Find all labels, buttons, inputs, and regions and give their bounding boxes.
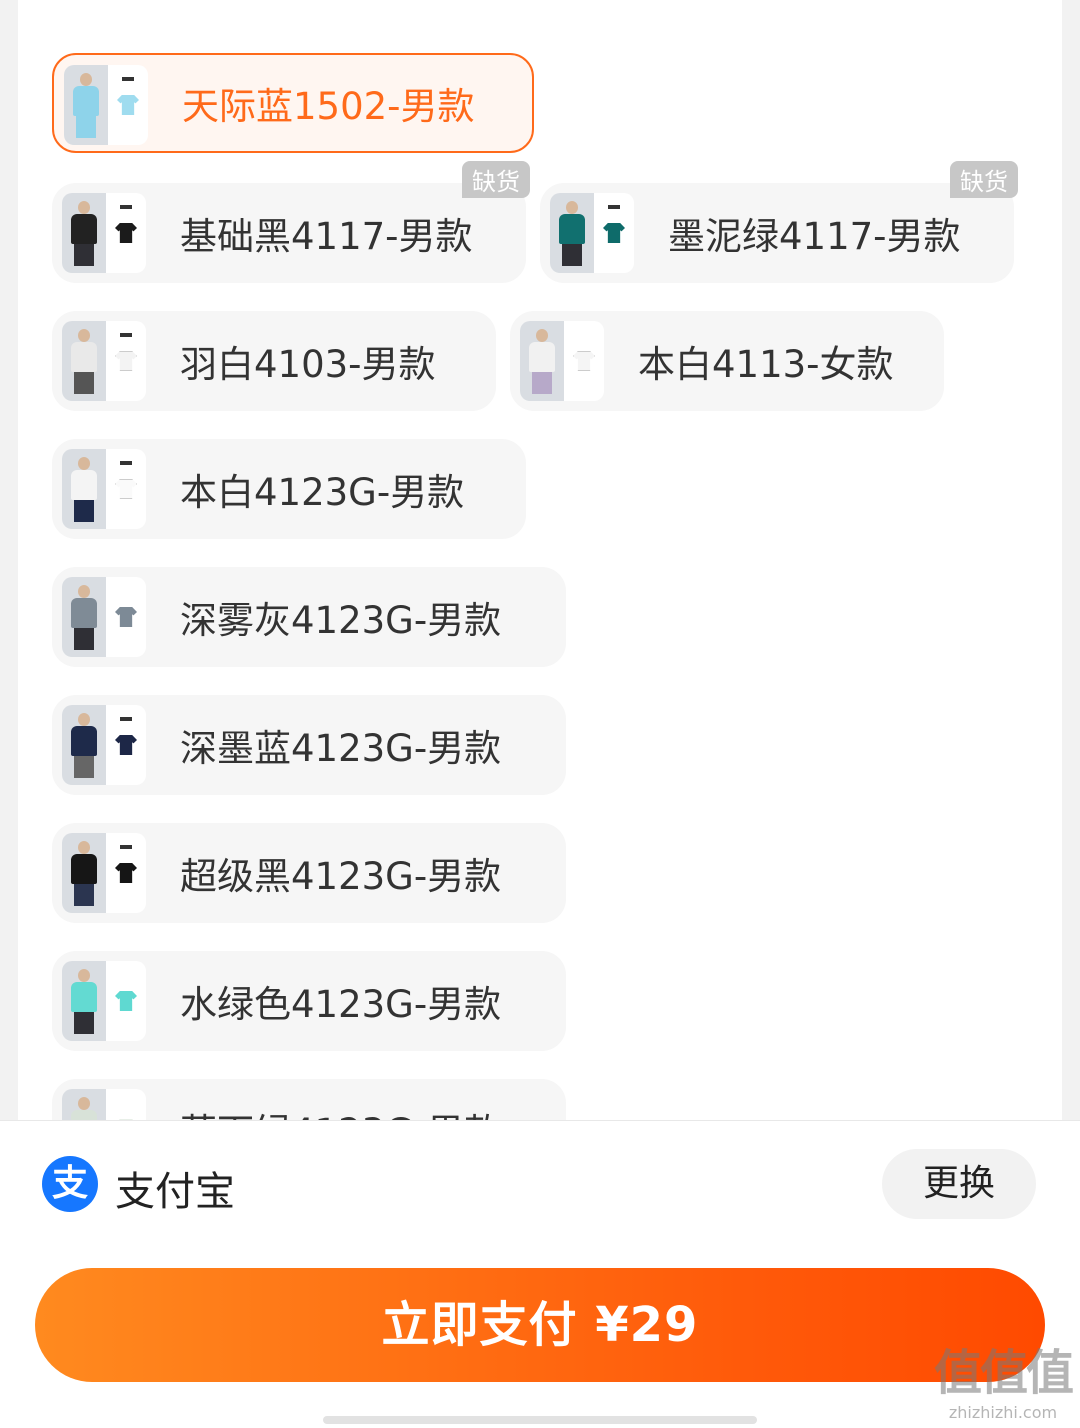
variant-label: 水绿色4123G-男款 bbox=[180, 983, 502, 1026]
variant-thumbnail bbox=[62, 705, 146, 785]
variant-thumbnail bbox=[62, 577, 146, 657]
variant-thumbnail bbox=[62, 321, 146, 401]
payment-method-bar: 支 支付宝 更换 bbox=[0, 1120, 1080, 1247]
variant-label: 天际蓝1502-男款 bbox=[182, 85, 475, 128]
variant-label: 深墨蓝4123G-男款 bbox=[180, 727, 502, 770]
payment-method-name: 支付宝 bbox=[115, 1169, 235, 1215]
variant-thumbnail bbox=[62, 193, 146, 273]
variant-chip[interactable]: 草下绿4123G-男款 bbox=[52, 1079, 566, 1120]
variant-chip[interactable]: 羽白4103-男款 bbox=[52, 311, 496, 411]
variant-chip[interactable]: 深墨蓝4123G-男款 bbox=[52, 695, 566, 795]
alipay-icon: 支 bbox=[42, 1156, 98, 1212]
variant-thumbnail bbox=[550, 193, 634, 273]
checkout-area: 立即支付 ¥29 值值值 zhizhizhi.com bbox=[0, 1246, 1080, 1428]
variant-thumbnail bbox=[62, 1089, 146, 1120]
variant-chip[interactable]: 缺货 墨泥绿4117-男款 bbox=[540, 161, 1018, 283]
variant-label: 基础黑4117-男款 bbox=[180, 215, 473, 258]
variant-label: 深雾灰4123G-男款 bbox=[180, 599, 502, 642]
watermark-logo: 值值值 bbox=[933, 1345, 1074, 1401]
variant-thumbnail bbox=[62, 449, 146, 529]
variant-thumbnail bbox=[62, 833, 146, 913]
variant-label: 羽白4103-男款 bbox=[180, 343, 436, 386]
site-watermark: 值值值 zhizhizhi.com bbox=[933, 1333, 1074, 1422]
change-payment-button[interactable]: 更换 bbox=[882, 1149, 1036, 1219]
variant-chip[interactable]: 本白4113-女款 bbox=[510, 311, 944, 411]
variant-chip[interactable]: 缺货 基础黑4117-男款 bbox=[52, 161, 530, 283]
variant-chip[interactable]: 水绿色4123G-男款 bbox=[52, 951, 566, 1051]
variant-thumbnail bbox=[62, 961, 146, 1041]
pay-now-button[interactable]: 立即支付 ¥29 bbox=[35, 1268, 1045, 1382]
variant-label: 本白4113-女款 bbox=[638, 343, 894, 386]
variant-thumbnail bbox=[520, 321, 604, 401]
variant-label: 草下绿4123G-男款 bbox=[180, 1102, 501, 1120]
home-indicator bbox=[323, 1416, 757, 1424]
variant-chip[interactable]: 深雾灰4123G-男款 bbox=[52, 567, 566, 667]
variant-selector-sheet: 天际蓝1502-男款 缺货 基础黑4117-男款 缺货 墨泥绿4117-男款 羽… bbox=[18, 0, 1062, 1120]
out-of-stock-badge: 缺货 bbox=[462, 161, 530, 198]
variant-label: 超级黑4123G-男款 bbox=[180, 855, 502, 898]
variant-chip[interactable]: 本白4123G-男款 bbox=[52, 439, 526, 539]
out-of-stock-badge: 缺货 bbox=[950, 161, 1018, 198]
variant-label: 墨泥绿4117-男款 bbox=[668, 215, 961, 258]
watermark-site: zhizhizhi.com bbox=[948, 1403, 1058, 1422]
variant-chip[interactable]: 天际蓝1502-男款 bbox=[52, 53, 534, 153]
variant-chip[interactable]: 超级黑4123G-男款 bbox=[52, 823, 566, 923]
variant-label: 本白4123G-男款 bbox=[180, 471, 465, 514]
variant-thumbnail bbox=[64, 65, 148, 145]
